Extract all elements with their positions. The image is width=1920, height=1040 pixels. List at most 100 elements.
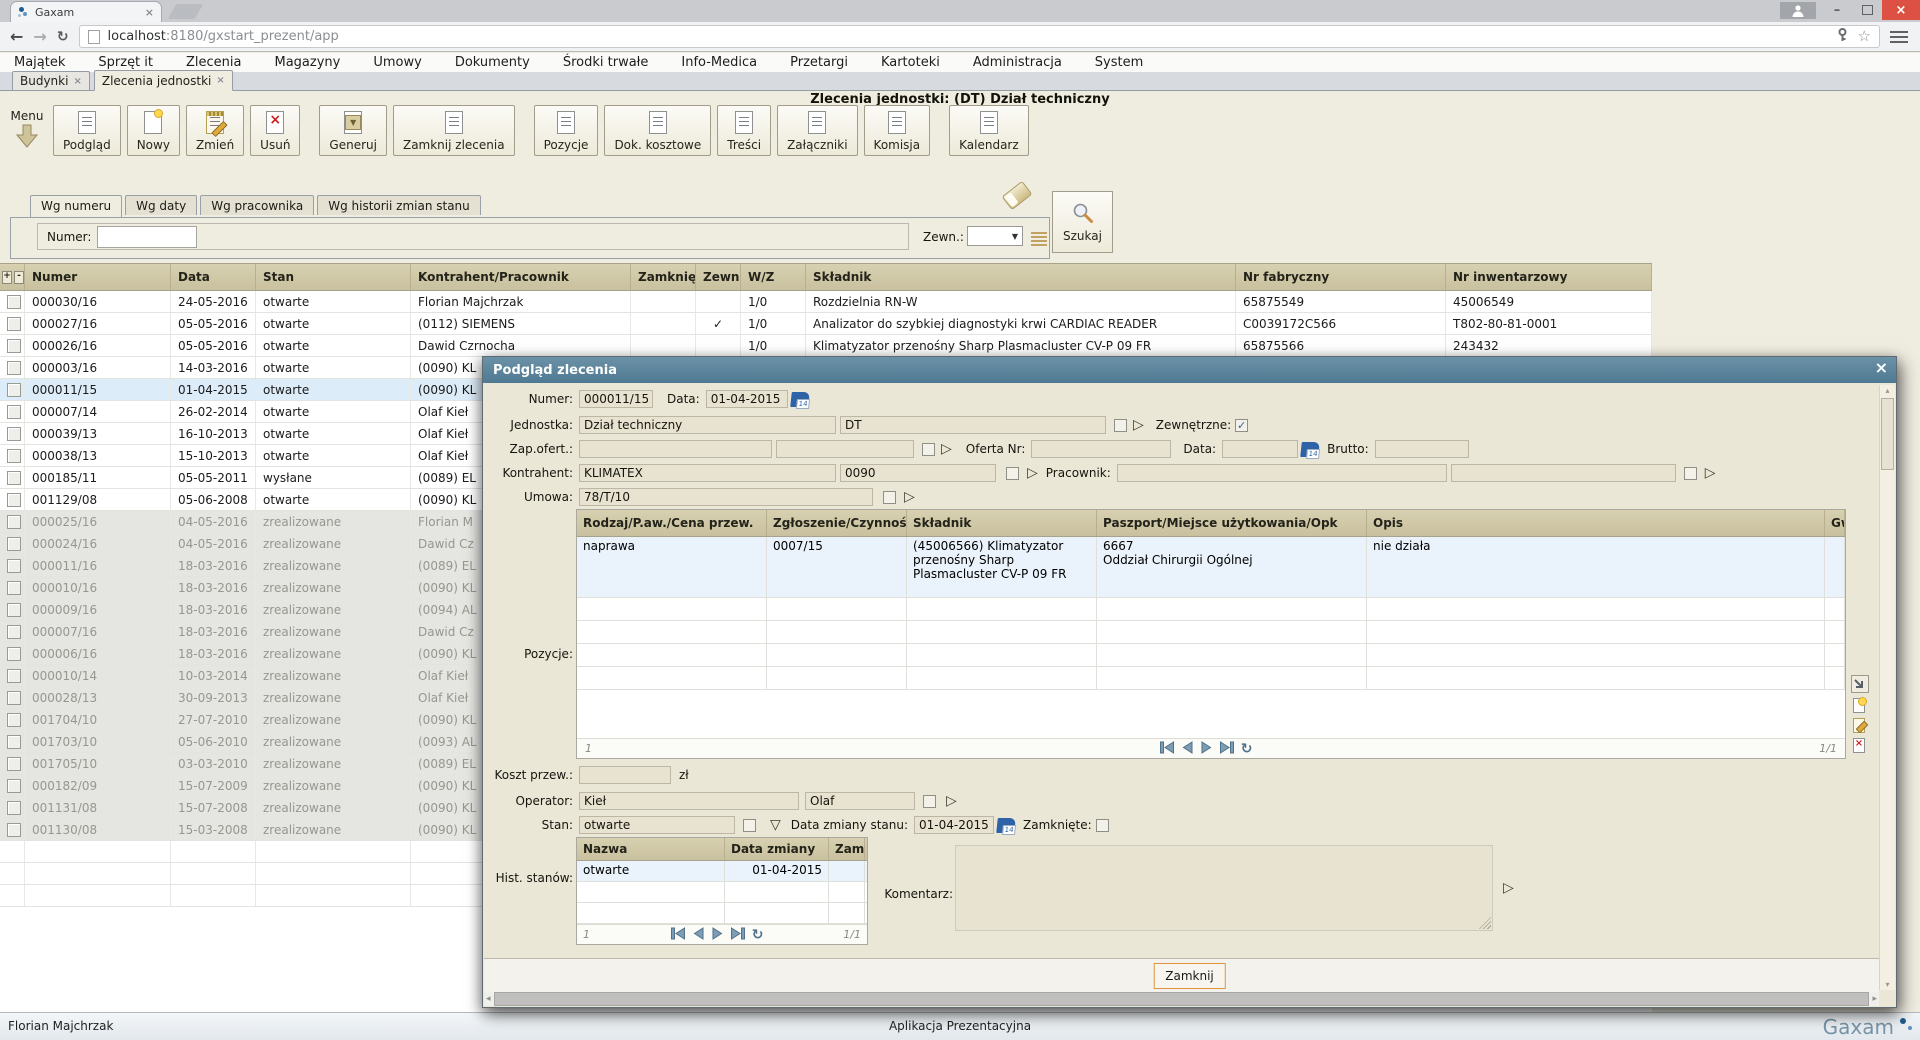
table-row[interactable]: 000030/1624-05-2016otwarteFlorian Majchr… [0,291,1652,313]
jednostka-field[interactable]: Dział techniczny [579,416,836,434]
scroll-down-icon[interactable]: ▾ [1880,980,1895,989]
column-header-rodzaj-p-aw-cena-przew[interactable]: Rodzaj/P.aw./Cena przew. [577,510,767,536]
toolbar-button-usu[interactable]: ×Usuń [250,105,300,156]
dialog-vertical-scrollbar[interactable]: ▴ ▾ [1879,385,1895,990]
pracownik-field2[interactable] [1451,464,1676,482]
row-checkbox[interactable] [7,757,21,771]
column-header-numer[interactable]: Numer [25,264,171,290]
toolbar-button-dok-kosztowe[interactable]: Dok. kosztowe [604,105,711,156]
jednostka-checkbox[interactable] [1114,419,1127,432]
row-checkbox[interactable] [7,559,21,573]
search-tab-wg-numeru[interactable]: Wg numeru [30,195,122,217]
zamknij-button[interactable]: Zamknij [1153,963,1226,989]
row-checkbox[interactable] [7,471,21,485]
minimize-button[interactable]: – [1822,0,1852,20]
umowa-open-icon[interactable]: ▷ [904,490,915,504]
delete-row-icon[interactable]: × [1851,737,1867,753]
toolbar-button-kalendarz[interactable]: Kalendarz [949,105,1029,156]
numer-field[interactable]: 000011/15 [579,390,653,408]
tab-close-icon[interactable]: × [145,6,154,19]
row-checkbox[interactable] [7,317,21,331]
row-checkbox[interactable] [7,647,21,661]
column-header-nazwa[interactable]: Nazwa [577,838,725,860]
filter-list-icon[interactable] [1031,230,1047,248]
menu-rodki-trwa-e[interactable]: Środki trwałe [563,55,649,70]
row-checkbox[interactable] [7,713,21,727]
menu-dokumenty[interactable]: Dokumenty [455,55,530,70]
toolbar-button-za-czniki[interactable]: Załączniki [777,105,857,156]
pozycje-row[interactable]: naprawa0007/15(45006566) Klimatyzator pr… [577,537,1845,598]
toolbar-button-komisja[interactable]: Komisja [864,105,931,156]
browser-menu-icon[interactable] [1890,28,1908,46]
row-checkbox[interactable] [7,735,21,749]
column-header-zg-oszenie-czynno[interactable]: Zgłoszenie/Czynność [767,510,907,536]
kontrahent-open-icon[interactable]: ▷ [1027,466,1038,480]
scroll-up-icon[interactable]: ▴ [1880,386,1895,395]
close-window-button[interactable]: × [1882,0,1920,20]
toolbar-button-podgl-d[interactable]: Podgląd [53,105,121,156]
jednostka-kod-field[interactable]: DT [840,416,1106,434]
last-page-icon[interactable] [1219,741,1235,757]
oferta-nr-field[interactable] [1031,440,1171,458]
prev-page-icon[interactable] [1181,741,1194,757]
menu-sprz-t-it[interactable]: Sprzęt it [98,55,153,70]
bookmark-star-icon[interactable]: ☆ [1858,29,1871,44]
menu-zlecenia[interactable]: Zlecenia [186,55,241,70]
search-tab-wg-daty[interactable]: Wg daty [125,195,197,215]
komentarz-textarea[interactable] [955,845,1493,931]
column-header-zam[interactable]: Zam [829,838,865,860]
pracownik-field1[interactable] [1117,464,1447,482]
toolbar-button-nowy[interactable]: Nowy [127,105,180,156]
menu-przetargi[interactable]: Przetargi [790,55,848,70]
menu-magazyny[interactable]: Magazyny [274,55,340,70]
menu-system[interactable]: System [1095,55,1143,70]
key-icon[interactable] [1837,28,1848,46]
next-page-icon[interactable] [1200,741,1213,757]
zap-ofert-field1[interactable] [579,440,772,458]
refresh-icon[interactable]: ↻ [1241,742,1253,756]
row-checkbox[interactable] [7,295,21,309]
column-header-sk-adnik[interactable]: Składnik [806,264,1236,290]
menu-launcher[interactable]: Menu [8,109,46,152]
menu-umowy[interactable]: Umowy [373,55,421,70]
column-header-sk-adnik[interactable]: Składnik [907,510,1097,536]
collapse-all-button[interactable]: - [14,271,24,284]
operator-open-icon[interactable]: ▷ [946,794,957,808]
toolbar-button-pozycje[interactable]: Pozycje [534,105,599,156]
stan-filter-icon[interactable]: ▽ [770,818,781,832]
tab-close-icon[interactable]: × [73,76,81,87]
column-header-data[interactable]: Data [171,264,256,290]
column-header-zamkni-te[interactable]: Zamknięte [631,264,696,290]
zap-ofert-open-icon[interactable]: ▷ [941,442,952,456]
brutto-field[interactable] [1375,440,1469,458]
kontrahent-field[interactable]: KLIMATEX [579,464,836,482]
browser-tab[interactable]: Gaxam × [10,1,162,22]
row-checkbox[interactable] [7,669,21,683]
column-header-w-z[interactable]: W/Z [741,264,806,290]
row-checkbox[interactable] [7,603,21,617]
next-page-icon[interactable] [711,927,724,943]
add-row-icon[interactable] [1851,697,1867,713]
kontrahent-checkbox[interactable] [1006,467,1019,480]
row-checkbox[interactable] [7,691,21,705]
row-checkbox[interactable] [7,449,21,463]
menu-maj-tek[interactable]: Majątek [14,55,65,70]
pracownik-open-icon[interactable]: ▷ [1705,466,1716,480]
column-header-nr-fabryczny[interactable]: Nr fabryczny [1236,264,1446,290]
zewn-filter-select[interactable]: ▼ [967,226,1023,246]
url-input[interactable]: localhost :8180/gxstart_prezent/app ☆ [79,25,1880,48]
hist-row[interactable]: otwarte01-04-2015 [577,861,867,882]
menu-administracja[interactable]: Administracja [973,55,1062,70]
operator-imie-field[interactable]: Olaf [805,792,915,810]
search-tab-wg-pracownika[interactable]: Wg pracownika [200,195,314,215]
dialog-close-icon[interactable]: × [1875,360,1888,376]
komentarz-open-icon[interactable]: ▷ [1503,881,1514,895]
szukaj-button[interactable]: Szukaj [1052,191,1113,253]
toolbar-button-generuj[interactable]: ▼Generuj [319,105,387,156]
forward-icon[interactable]: → [33,29,46,45]
koszt-field[interactable] [579,766,671,784]
column-header-paszport-miejsce-u-ytkowania-opk[interactable]: Paszport/Miejsce użytkowania/Opk [1097,510,1367,536]
calendar-icon[interactable] [1300,442,1320,457]
table-row[interactable]: 000027/1605-05-2016otwarte(0112) SIEMENS… [0,313,1652,335]
toolbar-button-tre-ci[interactable]: Treści [717,105,771,156]
